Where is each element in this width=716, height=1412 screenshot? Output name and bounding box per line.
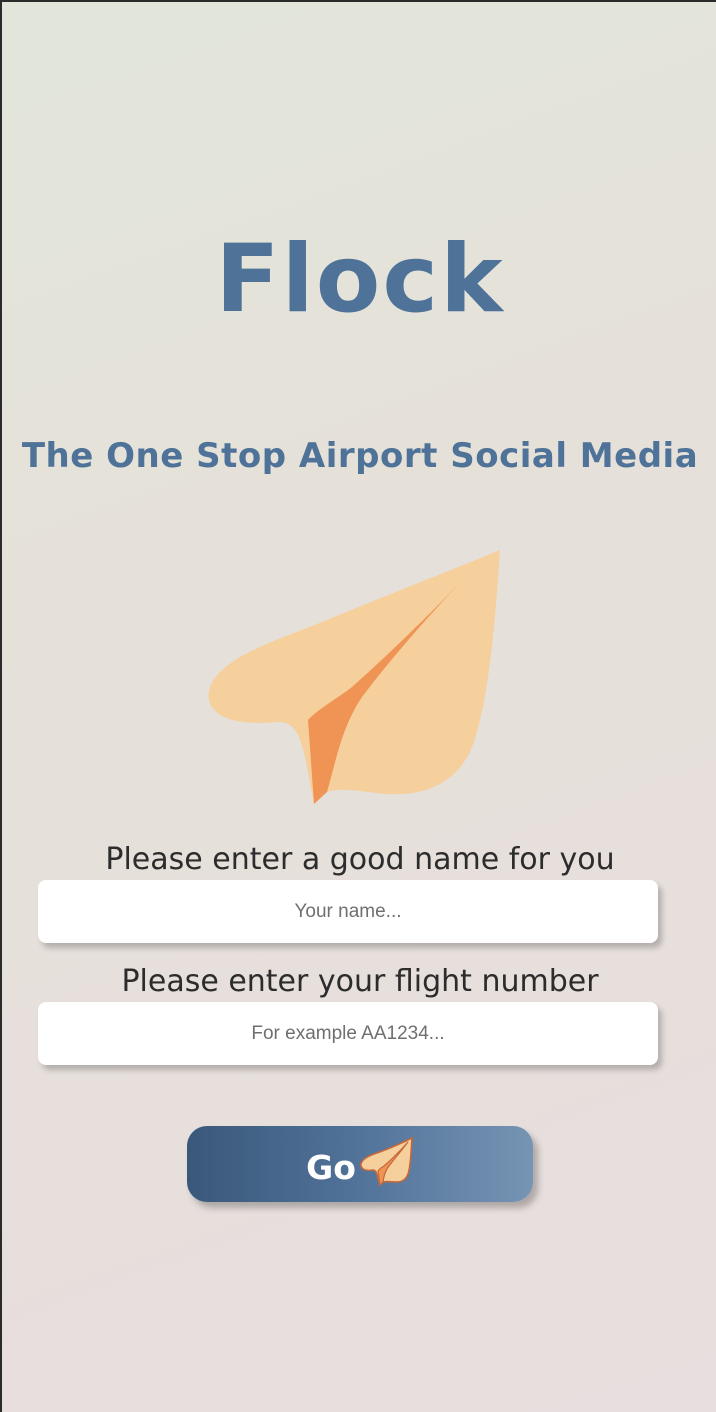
paper-plane-icon	[360, 1136, 413, 1187]
go-button[interactable]: Go	[187, 1126, 533, 1202]
app-tagline: The One Stop Airport Social Media	[21, 436, 699, 476]
name-input[interactable]	[38, 880, 658, 943]
name-label: Please enter a good name for you	[105, 842, 615, 877]
app-title: Flock	[215, 225, 505, 334]
paper-plane-icon	[208, 550, 500, 804]
flight-number-label: Please enter your flight number	[121, 964, 599, 999]
landing-page: Flock The One Stop Airport Social Media …	[0, 0, 716, 1412]
flight-number-input[interactable]	[38, 1002, 658, 1065]
go-button-label: Go	[306, 1147, 356, 1187]
plane-body	[208, 550, 500, 804]
